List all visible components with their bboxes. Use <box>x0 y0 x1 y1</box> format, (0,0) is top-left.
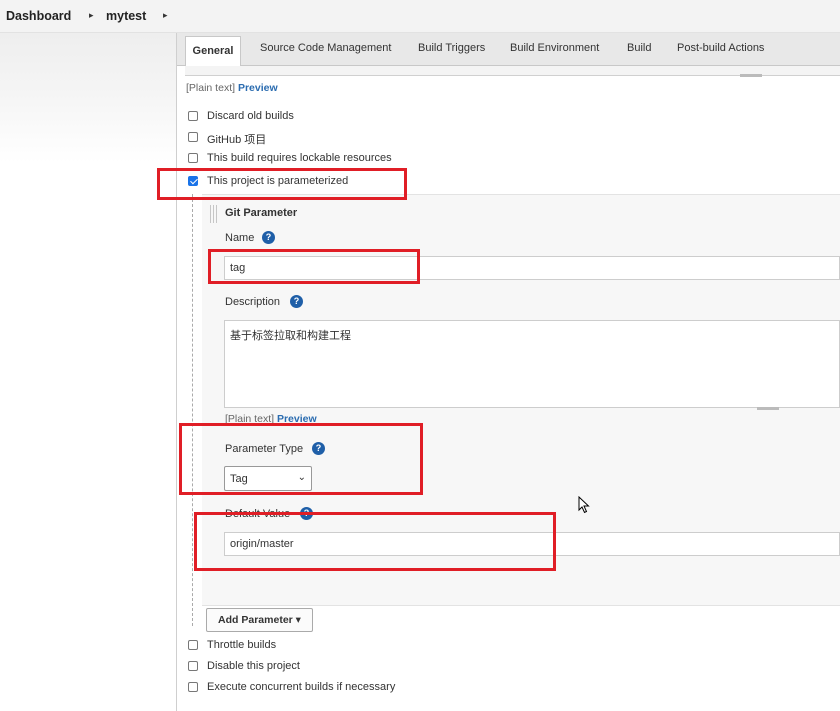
preview-link[interactable]: Preview <box>238 82 278 94</box>
plain-text-label: [Plain text] <box>186 82 236 94</box>
tab-build[interactable]: Build <box>627 42 651 54</box>
add-parameter-label: Add Parameter <box>218 614 293 626</box>
breadcrumb-project[interactable]: mytest <box>106 9 146 23</box>
name-label: Name <box>225 232 255 244</box>
resize-grip-icon[interactable] <box>757 407 779 410</box>
parameter-description-textarea[interactable]: 基于标签拉取和构建工程 <box>224 320 840 408</box>
checkbox[interactable] <box>188 640 198 650</box>
annotation-box-parameter-type <box>179 423 423 495</box>
checkbox-label: This build requires lockable resources <box>207 152 392 164</box>
sidebar-divider <box>176 33 177 711</box>
tab-build-triggers[interactable]: Build Triggers <box>418 42 485 54</box>
resize-grip-icon[interactable] <box>740 74 762 77</box>
checkbox-label: GitHub 项目 <box>207 134 267 146</box>
parameter-title: Git Parameter <box>225 207 298 219</box>
breadcrumb-menu-icon[interactable]: ▸ <box>163 10 168 21</box>
breadcrumb-separator-icon[interactable]: ▸ <box>89 10 94 21</box>
checkbox[interactable] <box>188 111 198 121</box>
checkbox[interactable] <box>188 661 198 671</box>
breadcrumb-dashboard[interactable]: Dashboard <box>6 9 71 23</box>
checkbox-label: Disable this project <box>207 660 300 672</box>
description-label: Description <box>225 296 281 308</box>
drag-handle-icon[interactable] <box>210 205 217 223</box>
annotation-box-name <box>208 249 420 284</box>
parameter-group-indent <box>192 194 193 626</box>
breadcrumb: Dashboard ▸ mytest ▸ <box>0 0 840 33</box>
config-tab-bar: General Source Code Management Build Tri… <box>177 33 840 66</box>
annotation-box-parameterized <box>157 168 407 200</box>
checkbox-label: Discard old builds <box>207 110 294 122</box>
annotation-box-default-value <box>194 512 556 571</box>
checkbox-label: Throttle builds <box>207 639 277 651</box>
help-icon[interactable]: ? <box>262 231 275 244</box>
help-icon[interactable]: ? <box>290 295 303 308</box>
tab-source-code-management[interactable]: Source Code Management <box>260 42 391 54</box>
checkbox[interactable] <box>188 153 198 163</box>
checkbox[interactable] <box>188 132 198 142</box>
checkbox-label: Execute concurrent builds if necessary <box>207 681 396 693</box>
add-parameter-button[interactable]: Add Parameter ▾ <box>206 608 313 632</box>
checkbox[interactable] <box>188 682 198 692</box>
caret-down-icon: ▾ <box>295 614 301 626</box>
mouse-cursor-icon <box>578 496 590 514</box>
tab-general[interactable]: General <box>185 36 241 66</box>
tab-build-environment[interactable]: Build Environment <box>510 42 599 54</box>
tab-post-build-actions[interactable]: Post-build Actions <box>677 42 764 54</box>
sidebar <box>0 33 176 711</box>
description-markup-links: [Plain text] Preview <box>186 82 278 94</box>
